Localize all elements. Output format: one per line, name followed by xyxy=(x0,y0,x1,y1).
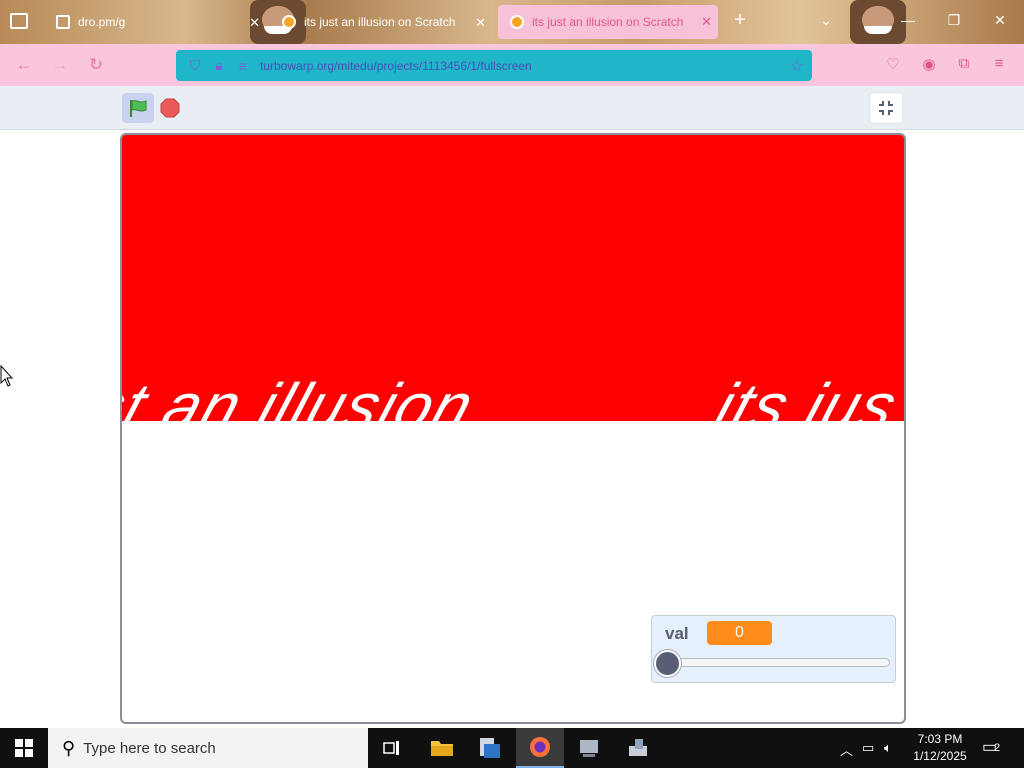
firefox-button[interactable] xyxy=(516,728,564,768)
minimize-button[interactable]: — xyxy=(898,12,918,28)
tab-overflow-chevron-icon[interactable]: ⌄ xyxy=(816,12,836,29)
folder-icon xyxy=(56,15,70,29)
document-app-icon xyxy=(480,738,500,758)
scratch-icon xyxy=(282,15,296,29)
project-stage[interactable]: st an illusion its jus val 0 xyxy=(120,133,906,724)
close-tab-icon[interactable]: ✕ xyxy=(701,14,712,30)
tab-list-icon[interactable] xyxy=(10,13,28,29)
scrolling-text-right: its jus xyxy=(706,370,904,421)
back-button[interactable]: ← xyxy=(13,54,35,76)
tab-title: its just an illusion on Scratch xyxy=(304,15,456,29)
reload-button[interactable]: ↻ xyxy=(85,54,107,76)
tab-scratch-active[interactable]: its just an illusion on Scratch ✕ xyxy=(498,5,718,39)
file-explorer-button[interactable] xyxy=(418,728,466,768)
forward-button[interactable]: → xyxy=(49,54,71,76)
restore-button[interactable]: ❐ xyxy=(944,12,964,29)
tab-scratch-1[interactable]: its just an illusion on Scratch ✕ xyxy=(270,0,492,44)
search-icon: ⚲ xyxy=(62,737,76,758)
monitor-slider-track[interactable] xyxy=(654,650,890,677)
close-tab-icon[interactable]: ✕ xyxy=(475,15,486,31)
lock-icon[interactable]: 🔒︎ xyxy=(210,57,228,74)
volume-muted-icon[interactable]: 🔈︎ xyxy=(884,740,892,756)
windows-logo-icon xyxy=(15,739,33,757)
pocket-icon[interactable]: ♡ xyxy=(882,55,904,73)
monitor-label: val xyxy=(665,624,689,643)
account-icon[interactable]: ◉ xyxy=(918,55,940,73)
url-bar[interactable]: ⛉ 🔒︎ ≡ ☆ xyxy=(176,50,812,81)
notification-center-button[interactable]: ▭ 2 xyxy=(982,737,1010,759)
app-button[interactable] xyxy=(566,728,614,768)
scrolling-text-left: st an illusion xyxy=(122,370,484,421)
exit-fullscreen-button[interactable] xyxy=(869,92,903,124)
close-tab-icon[interactable]: ✕ xyxy=(249,15,260,31)
notification-count: 2 xyxy=(994,742,1001,754)
green-flag-icon xyxy=(130,100,147,117)
shield-icon[interactable]: ⛉ xyxy=(186,57,204,74)
folder-icon xyxy=(431,741,453,756)
taskbar-clock[interactable]: 7:03 PM 1/12/2025 xyxy=(905,731,975,765)
stop-button[interactable] xyxy=(160,98,180,118)
monitor-slider-thumb[interactable] xyxy=(654,650,681,677)
app-button[interactable] xyxy=(614,728,662,768)
green-flag-button[interactable] xyxy=(122,93,154,123)
extensions-icon[interactable]: ⧉ xyxy=(953,55,975,72)
collapse-icon xyxy=(879,101,893,115)
firefox-icon xyxy=(530,737,550,757)
monitor-value: 0 xyxy=(707,621,772,645)
browser-toolbar: ← → ↻ ⛉ 🔒︎ ≡ ☆ ♡ ◉ ⧉ ≡ xyxy=(0,44,1024,86)
show-hidden-icons-chevron-icon[interactable]: ︿ xyxy=(840,740,853,759)
app-button[interactable] xyxy=(466,728,514,768)
network-icon[interactable]: ▭ xyxy=(862,740,874,756)
scratch-icon xyxy=(510,15,524,29)
start-button[interactable] xyxy=(0,728,48,768)
browser-tab-strip: dro.pm/g ✕ its just an illusion on Scrat… xyxy=(0,0,1024,44)
variable-monitor: val 0 xyxy=(651,615,896,683)
menu-icon[interactable]: ≡ xyxy=(988,55,1010,72)
close-window-button[interactable]: ✕ xyxy=(990,12,1010,29)
permissions-icon[interactable]: ≡ xyxy=(234,58,252,74)
mouse-cursor-icon xyxy=(0,365,14,387)
taskbar-search-box[interactable]: ⚲ Type here to search xyxy=(48,728,368,768)
computer-app-icon xyxy=(580,740,598,757)
task-view-icon xyxy=(383,741,399,755)
search-placeholder: Type here to search xyxy=(83,739,216,757)
tab-title: dro.pm/g xyxy=(78,15,126,29)
task-view-button[interactable] xyxy=(368,728,416,768)
tab-title: its just an illusion on Scratch xyxy=(532,15,684,29)
clock-time: 7:03 PM xyxy=(917,732,963,746)
red-backdrop: st an illusion its jus xyxy=(122,135,904,421)
url-input[interactable] xyxy=(260,58,790,73)
windows-taskbar: ⚲ Type here to search ︿ ▭ 🔈︎ 7:03 PM 1/1… xyxy=(0,728,1024,768)
clock-date: 1/12/2025 xyxy=(913,749,967,763)
installer-app-icon xyxy=(629,739,647,756)
bookmark-star-icon[interactable]: ☆ xyxy=(790,56,804,76)
tab-dro-pm[interactable]: dro.pm/g ✕ xyxy=(44,0,266,44)
new-tab-button[interactable]: + xyxy=(730,9,750,32)
